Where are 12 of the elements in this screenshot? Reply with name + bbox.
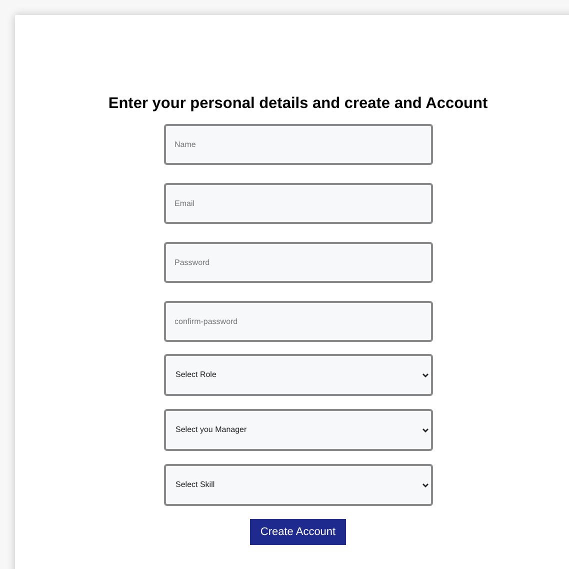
dropdown[interactable]: Select Skill <box>164 464 432 506</box>
input-field[interactable]: Name <box>164 124 432 165</box>
input-field[interactable]: Email <box>164 183 432 224</box>
dropdown[interactable]: Select you Manager <box>164 409 432 451</box>
input-field[interactable]: confirm-password <box>164 301 432 342</box>
chevron-down-icon <box>422 482 428 488</box>
chevron-down-icon <box>422 428 428 432</box>
input-field[interactable]: Password <box>164 242 432 283</box>
form-heading: Enter your personal details and create and Account <box>108 94 488 114</box>
create-account-button[interactable]: Create Account <box>250 519 346 545</box>
dropdown[interactable]: Select Role <box>164 354 432 396</box>
chevron-down-icon <box>422 372 428 378</box>
